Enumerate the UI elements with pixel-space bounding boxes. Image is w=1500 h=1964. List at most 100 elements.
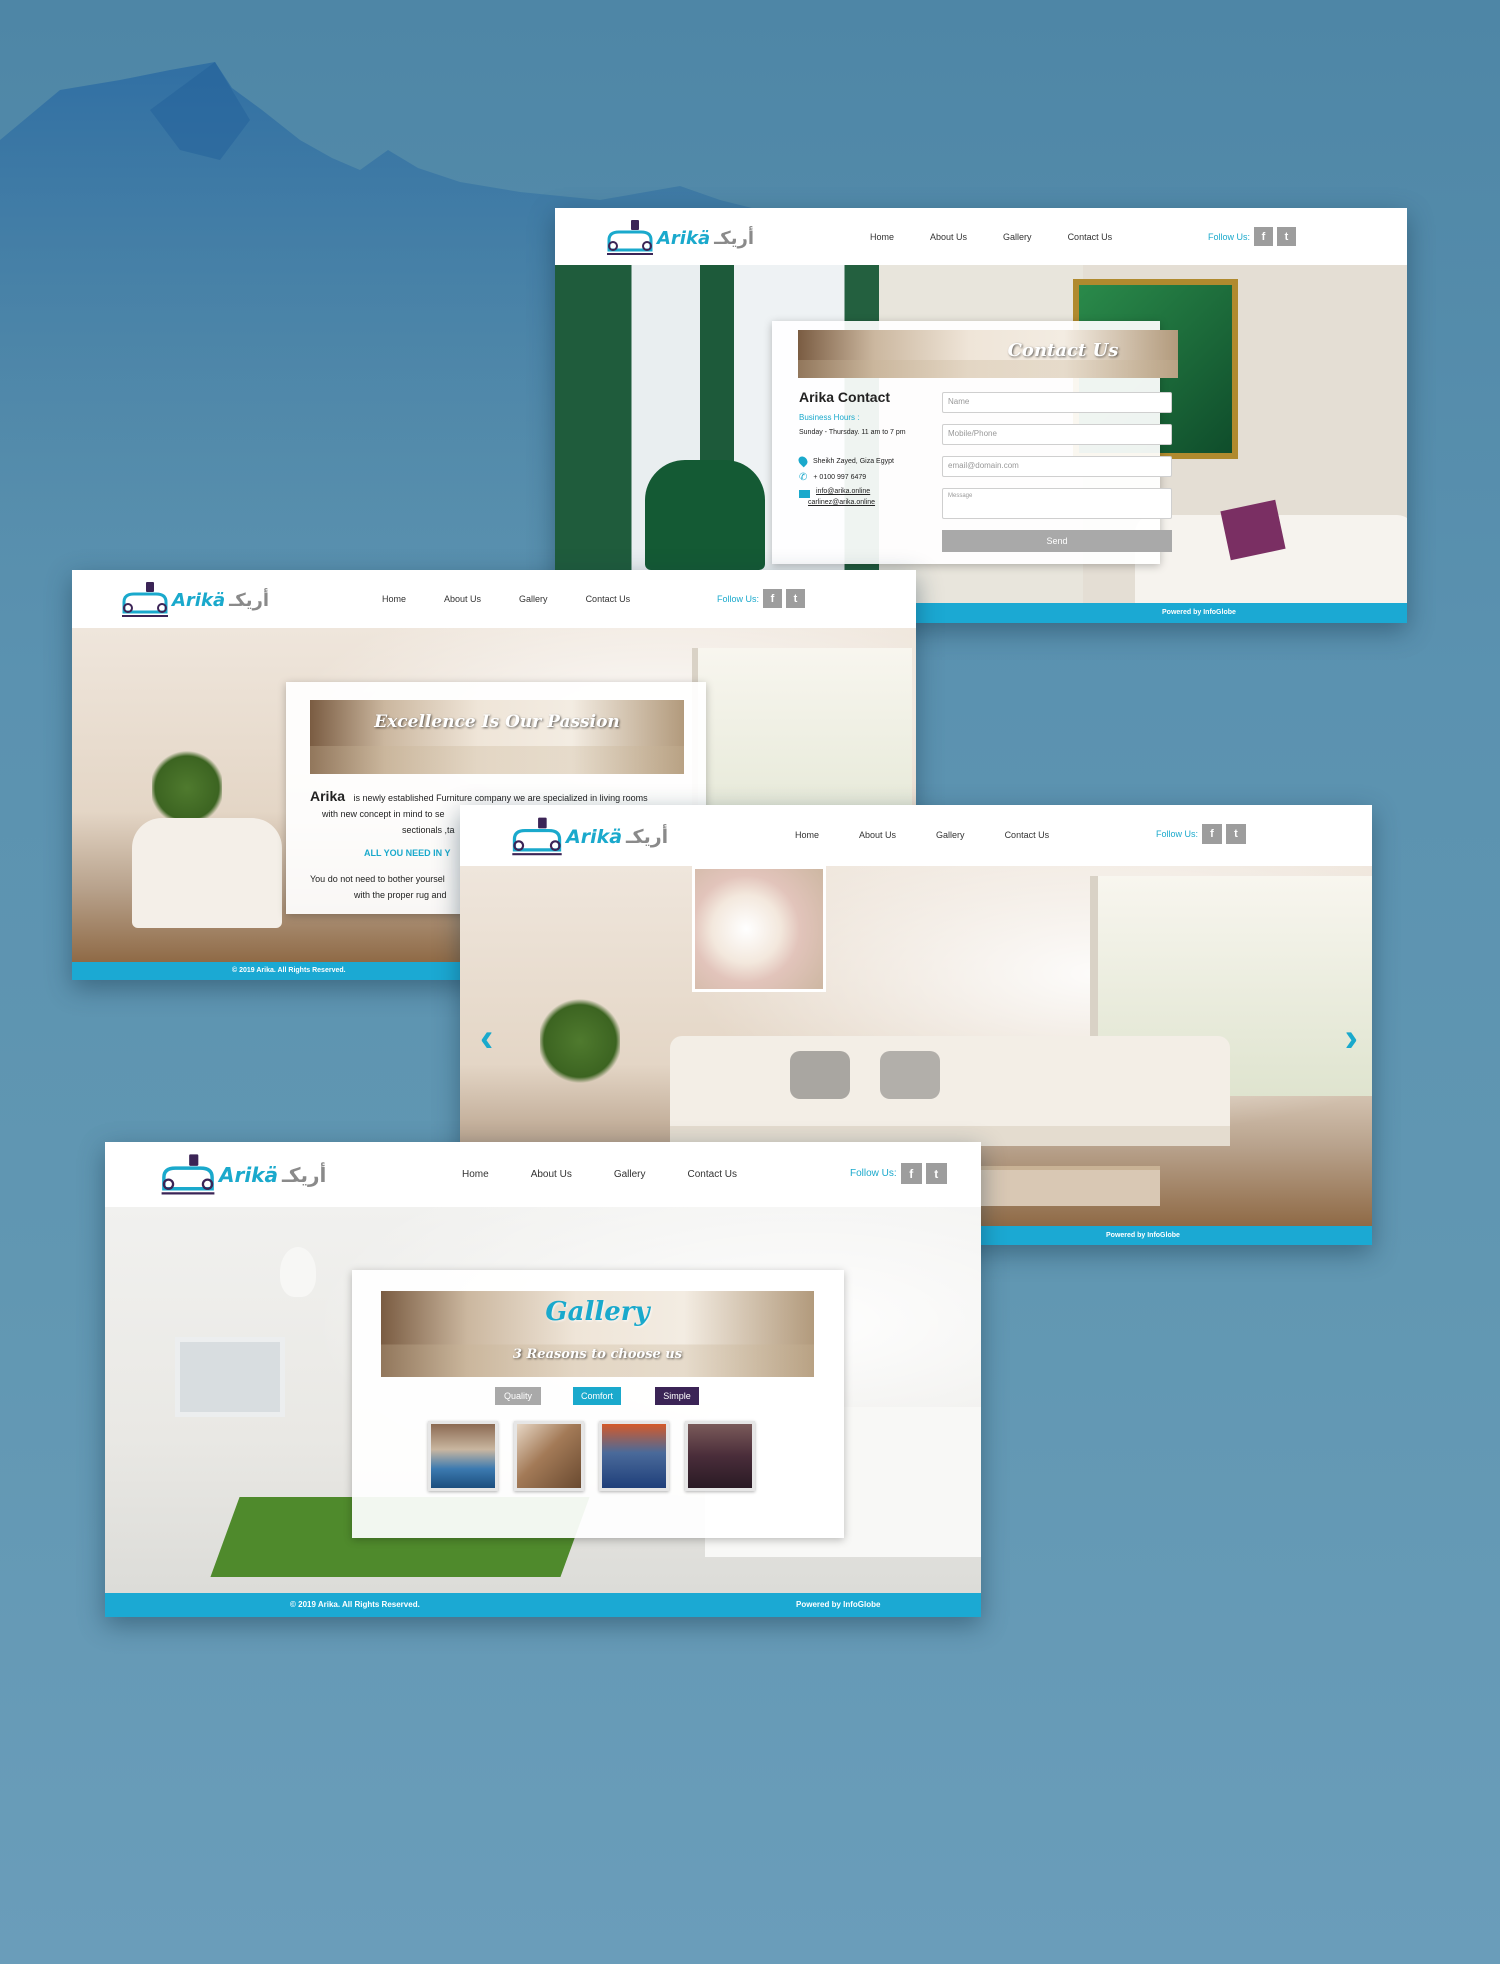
nav-home[interactable]: Home	[795, 830, 819, 840]
facebook-icon[interactable]: f	[900, 1163, 922, 1184]
site-header: Arikä أريكـ Home About Us Gallery Contac…	[72, 570, 916, 628]
follow-us: Follow Us: f t	[1208, 227, 1297, 246]
powered-by: Powered by InfoGlobe	[1106, 1232, 1180, 1239]
comfort-tag[interactable]: Comfort	[573, 1387, 621, 1405]
nav-about[interactable]: About Us	[930, 232, 967, 242]
name-field[interactable]: Name	[942, 392, 1172, 413]
twitter-icon[interactable]: t	[1277, 227, 1297, 246]
copyright: © 2019 Arika. All Rights Reserved.	[290, 1600, 420, 1609]
phone-field[interactable]: Mobile/Phone	[942, 424, 1172, 445]
gallery-page-mockup: Arikä أريكـ Home About Us Gallery Contac…	[105, 1142, 981, 1617]
address: Sheikh Zayed, Giza Egypt	[813, 457, 894, 465]
gallery-thumbnail[interactable]	[685, 1421, 755, 1491]
follow-label: Follow Us:	[1208, 231, 1251, 242]
message-field[interactable]: Message	[942, 488, 1172, 519]
contact-heading: Arika Contact	[799, 389, 891, 405]
main-nav: Home About Us Gallery Contact Us	[462, 1169, 737, 1180]
tv	[175, 1337, 285, 1417]
about-banner: Excellence Is Our Passion	[310, 700, 684, 774]
nav-gallery[interactable]: Gallery	[936, 830, 965, 840]
nav-contact[interactable]: Contact Us	[586, 594, 631, 604]
quality-tag[interactable]: Quality	[495, 1387, 541, 1405]
chevron-right-icon[interactable]: ›	[1345, 1016, 1358, 1061]
contact-banner-title: Contact Us	[1007, 340, 1119, 361]
logo[interactable]: Arikä أريكـ	[118, 580, 269, 620]
about-banner-title: Excellence Is Our Passion	[374, 712, 620, 732]
send-button[interactable]: Send	[942, 530, 1172, 552]
email-row: info@arika.online carlinez@arika.online	[799, 488, 875, 506]
nav-gallery[interactable]: Gallery	[519, 594, 548, 604]
gallery-banner-title: Gallery	[545, 1297, 650, 1327]
gallery-banner-subtitle: 3 Reasons to choose us	[512, 1347, 683, 1362]
nav-contact[interactable]: Contact Us	[688, 1169, 737, 1180]
address-row: Sheikh Zayed, Giza Egypt	[796, 454, 894, 468]
nav-about[interactable]: About Us	[531, 1169, 572, 1180]
main-nav: Home About Us Gallery Contact Us	[382, 594, 630, 604]
sectional-sofa	[670, 1036, 1230, 1146]
about-line-3: sectionals ,ta	[402, 825, 455, 835]
business-hours-label: Business Hours :	[799, 413, 860, 422]
main-nav: Home About Us Gallery Contact Us	[870, 232, 1112, 242]
twitter-icon[interactable]: t	[1226, 824, 1247, 844]
gallery-thumbnail[interactable]	[514, 1421, 584, 1491]
nav-home[interactable]: Home	[382, 594, 406, 604]
white-chair	[132, 818, 282, 928]
gallery-panel: Gallery 3 Reasons to choose us Quality C…	[352, 1270, 844, 1538]
nav-about[interactable]: About Us	[444, 594, 481, 604]
nav-about[interactable]: About Us	[859, 830, 896, 840]
site-header: Arikä أريكـ Home About Us Gallery Contac…	[555, 208, 1407, 265]
cushion	[790, 1051, 850, 1099]
sofa-logo-icon	[607, 220, 653, 255]
email-link-1[interactable]: info@arika.online	[816, 488, 875, 495]
contact-panel: Contact Us Arika Contact Business Hours …	[772, 321, 1178, 564]
nav-home[interactable]: Home	[870, 232, 894, 242]
gallery-thumbnail[interactable]	[428, 1421, 498, 1491]
about-line-2: with new concept in mind to se	[322, 809, 445, 819]
site-footer: © 2019 Arika. All Rights Reserved. Power…	[105, 1593, 981, 1617]
nav-contact[interactable]: Contact Us	[1005, 830, 1050, 840]
phone-icon: ✆	[799, 472, 808, 483]
sofa-logo-icon	[122, 582, 168, 617]
logo[interactable]: Arikä أريكـ	[508, 815, 668, 859]
about-paragraph-1: Arika is newly established Furniture com…	[310, 788, 710, 804]
facebook-icon[interactable]: f	[1202, 824, 1223, 844]
twitter-icon[interactable]: t	[786, 589, 806, 608]
about-brand: Arika	[310, 788, 346, 804]
gallery-banner: Gallery 3 Reasons to choose us	[381, 1291, 814, 1377]
email-field[interactable]: email@domain.com	[942, 456, 1172, 477]
logo[interactable]: Arikä أريكـ	[157, 1152, 326, 1198]
green-armchair	[645, 460, 765, 570]
chevron-left-icon[interactable]: ‹	[480, 1016, 493, 1061]
gallery-thumbnail[interactable]	[599, 1421, 669, 1491]
cushion	[880, 1051, 940, 1099]
follow-us: Follow Us: f t	[850, 1163, 947, 1184]
follow-label: Follow Us:	[1156, 829, 1199, 839]
coffee-table	[980, 1166, 1160, 1206]
powered-by: Powered by InfoGlobe	[796, 1600, 881, 1609]
about-line-1: is newly established Furniture company w…	[353, 793, 648, 803]
nav-contact[interactable]: Contact Us	[1068, 232, 1113, 242]
simple-tag[interactable]: Simple	[655, 1387, 699, 1405]
twitter-icon[interactable]: t	[925, 1163, 947, 1184]
phone-row: ✆ + 0100 997 6479	[799, 472, 866, 483]
facebook-icon[interactable]: f	[763, 589, 783, 608]
site-header: Arikä أريكـ Home About Us Gallery Contac…	[105, 1142, 981, 1207]
about-highlight: ALL YOU NEED IN Y	[364, 848, 451, 858]
email-link-2[interactable]: carlinez@arika.online	[808, 499, 875, 506]
facebook-icon[interactable]: f	[1254, 227, 1274, 246]
powered-by: Powered by InfoGlobe	[1162, 609, 1236, 616]
mail-icon	[799, 490, 810, 498]
sofa-logo-icon	[161, 1154, 215, 1195]
logo-text-latin: Arikä	[219, 1163, 278, 1187]
nav-gallery[interactable]: Gallery	[1003, 232, 1032, 242]
phone-number[interactable]: + 0100 997 6479	[813, 474, 866, 481]
nav-gallery[interactable]: Gallery	[614, 1169, 646, 1180]
logo[interactable]: Arikä أريكـ	[603, 218, 754, 258]
follow-label: Follow Us:	[850, 1168, 897, 1179]
logo-text-arabic: أريكـ	[626, 826, 669, 848]
nav-home[interactable]: Home	[462, 1169, 489, 1180]
flower-painting	[692, 866, 826, 992]
logo-text-latin: Arikä	[566, 826, 623, 848]
about-line-4: You do not need to bother yoursel	[310, 874, 445, 884]
follow-us: Follow Us: f t	[1156, 824, 1247, 844]
